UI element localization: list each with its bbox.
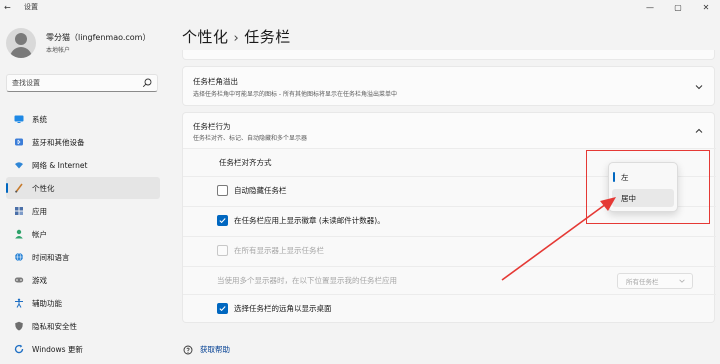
badges-label[interactable]: 在任务栏应用上显示徽章 (未读邮件计数器)。 <box>234 215 385 226</box>
auto-hide-checkbox[interactable] <box>217 185 228 196</box>
taskbar-overflow-section[interactable]: 任务栏角溢出 选择任务栏角中可能显示的图标 - 所有其他图标将显示在任务栏角溢出… <box>182 66 715 106</box>
sidebar: 零分猫（lingfenmao.com） 本地帐户 系统 蓝牙和其他设备 网络 &… <box>0 14 170 364</box>
help-icon <box>183 345 193 354</box>
section-subtitle: 任务栏对齐、标记、自动隐藏和多个显示器 <box>193 135 308 142</box>
sidebar-item-label: 辅助功能 <box>32 298 62 308</box>
section-title: 任务栏角溢出 <box>193 77 238 86</box>
far-corner-label[interactable]: 选择任务栏的远角以显示桌面 <box>234 303 332 314</box>
auto-hide-label[interactable]: 自动隐藏任务栏 <box>234 185 287 196</box>
chevron-up-icon[interactable] <box>694 126 704 136</box>
dropdown-option-left[interactable]: 左 <box>612 168 674 186</box>
sidebar-item-label: 隐私和安全性 <box>32 321 77 331</box>
far-corner-row[interactable]: 选择任务栏的远角以显示桌面 <box>183 294 716 322</box>
brush-icon <box>15 183 23 193</box>
multi-display-row: 当使用多个显示器时，在以下位置显示我的任务栏应用 所有任务栏 <box>183 266 716 294</box>
shield-icon <box>15 321 23 331</box>
multi-display-value: 所有任务栏 <box>626 277 659 286</box>
person-icon <box>15 229 23 239</box>
section-title: 任务栏行为 <box>193 122 231 131</box>
main-content: 个性化 › 任务栏 任务栏角溢出 选择任务栏角中可能显示的图标 - 所有其他图标将显… <box>170 14 720 364</box>
all-displays-row: 在所有显示器上显示任务栏 <box>183 236 716 264</box>
checkmark-icon <box>219 306 226 312</box>
sidebar-item-system[interactable]: 系统 <box>6 108 160 130</box>
all-displays-label: 在所有显示器上显示任务栏 <box>234 246 324 255</box>
checkmark-icon <box>219 218 226 224</box>
previous-section-card <box>182 50 715 60</box>
page-title: 任务栏 <box>244 28 291 46</box>
profile-name: 零分猫（lingfenmao.com） <box>46 33 151 42</box>
user-profile[interactable]: 零分猫（lingfenmao.com） 本地帐户 <box>6 28 150 58</box>
sidebar-item-accounts[interactable]: 帐户 <box>6 223 160 245</box>
alignment-dropdown-menu: 左 居中 <box>608 162 678 212</box>
sidebar-item-label: 游戏 <box>32 275 47 285</box>
alignment-label: 任务栏对齐方式 <box>219 158 272 167</box>
nav-list: 系统 蓝牙和其他设备 网络 & Internet 个性化 应用 帐户 时间和语言 <box>6 108 160 361</box>
get-help-link[interactable]: 获取帮助 <box>183 344 230 355</box>
back-arrow-icon[interactable]: ← <box>4 3 14 12</box>
title-bar: ← 设置 — ▢ ✕ <box>0 0 720 14</box>
bluetooth-icon <box>15 138 23 146</box>
multi-display-select: 所有任务栏 <box>617 272 693 289</box>
multi-display-label: 当使用多个显示器时，在以下位置显示我的任务栏应用 <box>217 276 397 285</box>
sidebar-item-label: 网络 & Internet <box>32 160 88 170</box>
all-displays-checkbox <box>217 245 228 256</box>
breadcrumb-parent[interactable]: 个性化 <box>182 28 229 46</box>
sidebar-item-accessibility[interactable]: 辅助功能 <box>6 292 160 314</box>
badges-checkbox[interactable] <box>217 215 228 226</box>
breadcrumb: 个性化 › 任务栏 <box>182 26 291 47</box>
taskbar-behavior-section[interactable]: 任务栏行为 任务栏对齐、标记、自动隐藏和多个显示器 <box>182 112 715 148</box>
get-help-label[interactable]: 获取帮助 <box>200 344 230 355</box>
gamepad-icon <box>14 277 24 283</box>
sidebar-item-label: Windows 更新 <box>32 344 83 354</box>
sidebar-item-windows-update[interactable]: Windows 更新 <box>6 338 160 360</box>
avatar <box>6 28 36 58</box>
sidebar-item-label: 系统 <box>32 114 47 124</box>
apps-icon <box>15 207 23 215</box>
sidebar-item-label: 蓝牙和其他设备 <box>32 137 85 147</box>
monitor-icon <box>14 115 24 123</box>
account-type: 本地帐户 <box>46 47 71 54</box>
update-icon <box>14 344 24 354</box>
sidebar-item-time-language[interactable]: 时间和语言 <box>6 246 160 268</box>
sidebar-item-bluetooth[interactable]: 蓝牙和其他设备 <box>6 131 160 153</box>
far-corner-checkbox[interactable] <box>217 303 228 314</box>
wifi-icon <box>15 162 23 169</box>
chevron-down-icon <box>679 279 685 283</box>
minimize-button[interactable]: — <box>636 0 664 14</box>
search-icon[interactable] <box>142 78 152 88</box>
globe-icon <box>15 252 23 262</box>
breadcrumb-separator: › <box>233 31 240 46</box>
sidebar-item-personalization[interactable]: 个性化 <box>6 177 160 199</box>
close-button[interactable]: ✕ <box>692 0 720 14</box>
sidebar-item-apps[interactable]: 应用 <box>6 200 160 222</box>
section-subtitle: 选择任务栏角中可能显示的图标 - 所有其他图标将显示在任务栏角溢出菜单中 <box>193 91 397 98</box>
window-controls: — ▢ ✕ <box>636 0 720 14</box>
search-box[interactable] <box>6 74 158 92</box>
sidebar-item-label: 个性化 <box>32 183 55 193</box>
sidebar-item-label: 帐户 <box>32 229 47 239</box>
dropdown-option-center[interactable]: 居中 <box>612 189 674 207</box>
sidebar-item-label: 时间和语言 <box>32 252 70 262</box>
accessibility-icon <box>15 298 23 308</box>
chevron-down-icon[interactable] <box>694 82 704 92</box>
sidebar-item-label: 应用 <box>32 206 47 216</box>
sidebar-item-network[interactable]: 网络 & Internet <box>6 154 160 176</box>
app-title: 设置 <box>24 3 38 11</box>
sidebar-item-gaming[interactable]: 游戏 <box>6 269 160 291</box>
maximize-button[interactable]: ▢ <box>664 0 692 14</box>
sidebar-item-privacy[interactable]: 隐私和安全性 <box>6 315 160 337</box>
search-input[interactable] <box>12 79 142 87</box>
